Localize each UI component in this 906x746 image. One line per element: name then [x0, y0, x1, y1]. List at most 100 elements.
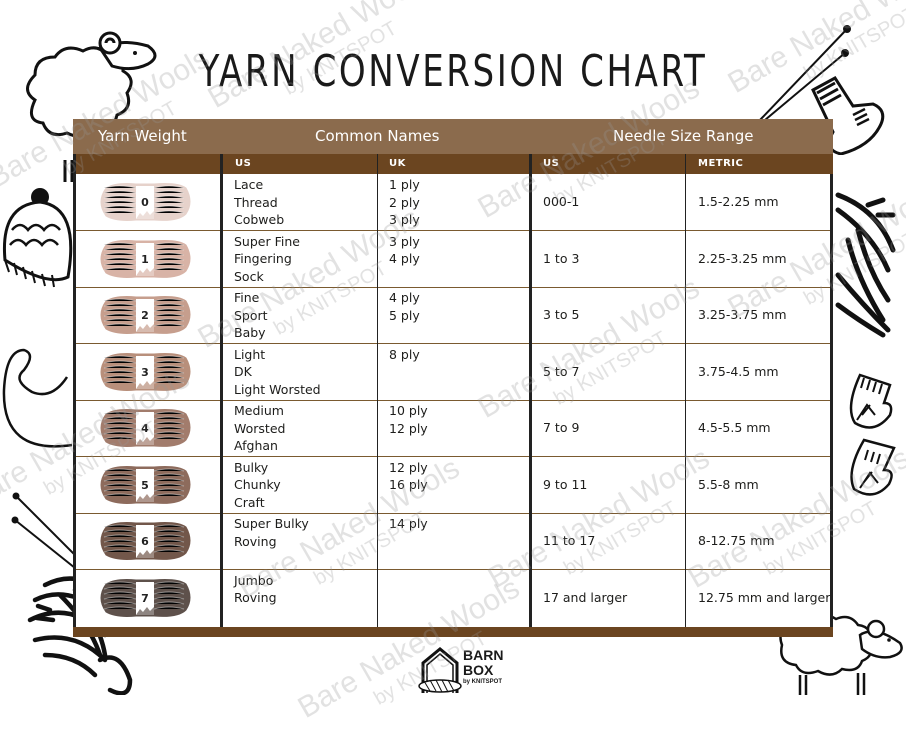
yarn-skein-icon: 4: [100, 409, 191, 447]
us-name: Sport: [234, 307, 268, 323]
us-name: Lace: [234, 177, 264, 192]
table-footer-bar: [73, 627, 833, 637]
uk-name: 1 ply: [389, 177, 420, 192]
metric-needle-size: 12.75 mm and larger: [698, 589, 831, 605]
yarn-weight-number: 0: [141, 196, 149, 209]
us-needle-size: 9 to 11: [543, 476, 588, 492]
us-name: Sock: [234, 268, 264, 284]
table-row: 6 Super Bulky Roving 14 ply 11 to 17 8-12.75 …: [73, 513, 833, 570]
column-divider: [220, 154, 223, 629]
yarn-weight-number: 2: [141, 309, 149, 322]
us-name: Thread: [234, 194, 278, 210]
us-name: Fine: [234, 290, 260, 305]
uk-common-names: 14 ply: [389, 515, 428, 533]
uk-name: 8 ply: [389, 346, 420, 362]
us-name: Roving: [234, 533, 277, 549]
us-common-names: Fine Sport Baby: [234, 289, 268, 342]
metric-needle-size: 3.75-4.5 mm: [698, 363, 779, 379]
yarn-skein-icon: 5: [100, 465, 191, 504]
metric-needle-size: 4.5-5.5 mm: [698, 420, 771, 436]
us-common-names: Bulky Chunky Craft: [234, 459, 281, 512]
uk-name: 10 ply: [389, 403, 428, 418]
header-needle-size-range: Needle Size Range: [613, 127, 754, 145]
yarn-skein-icon: 6: [100, 522, 191, 560]
subheader-metric: METRIC: [698, 158, 744, 169]
us-common-names: Jumbo Roving: [234, 572, 277, 607]
uk-name: 14 ply: [389, 516, 428, 531]
uk-common-names: 4 ply 5 ply: [389, 289, 420, 324]
us-common-names: Super Bulky Roving: [234, 515, 309, 550]
uk-common-names: 8 ply: [389, 346, 420, 364]
yarn-weight-number: 3: [141, 366, 149, 379]
page-title: YARN CONVERSION CHART: [198, 46, 708, 97]
us-needle-size: 1 to 3: [543, 250, 580, 266]
yarn-skein-icon: 3: [100, 352, 191, 391]
us-name: Medium: [234, 403, 284, 418]
us-needle-size: 11 to 17: [543, 533, 596, 549]
us-needle-size: 17 and larger: [543, 589, 628, 605]
column-divider: [529, 154, 532, 629]
us-common-names: Super Fine Fingering Sock: [234, 233, 300, 286]
uk-name: 4 ply: [389, 251, 420, 266]
header-row-sub: US UK US METRIC: [73, 154, 833, 174]
yarn-skein-icon: 0: [100, 183, 191, 221]
yarn-weight-number: 4: [141, 422, 149, 435]
us-name: DK: [234, 364, 252, 379]
us-common-names: Medium Worsted Afghan: [234, 402, 285, 455]
table-row: 7 Jumbo Roving 17 and larger 12.75 mm and la…: [73, 570, 833, 626]
metric-needle-size: 8-12.75 mm: [698, 533, 775, 549]
us-name: Jumbo: [234, 572, 274, 588]
uk-common-names: 3 ply 4 ply: [389, 233, 420, 268]
us-name: Bulky: [234, 459, 269, 475]
table-row: 3 Light DK Light Worsted 8 ply 5 to 7 3.75-4.5…: [73, 344, 833, 401]
column-divider: [377, 154, 378, 629]
uk-name: 16 ply: [389, 477, 428, 492]
table-border-right: [830, 174, 833, 629]
us-name: Baby: [234, 325, 266, 340]
us-name: Roving: [234, 590, 277, 605]
metric-needle-size: 1.5-2.25 mm: [698, 194, 779, 210]
us-name: Chunky: [234, 477, 281, 492]
yarn-skein-icon: 7: [100, 578, 191, 617]
us-name: Craft: [234, 494, 265, 510]
yarn-conversion-table: Yarn Weight Common Names Needle Size Ran…: [73, 119, 833, 637]
logo-line-3: by KNITSPOT: [463, 679, 503, 685]
logo-line-1: BARN: [463, 647, 504, 663]
table-row: 4 Medium Worsted Afghan 10 ply 12 ply 7 to 9 4.…: [73, 400, 833, 457]
us-common-names: Light DK Light Worsted: [234, 346, 321, 399]
us-name: Super Bulky: [234, 516, 309, 531]
logo-line-2: BOX: [463, 662, 494, 678]
subheader-us-needle: US: [543, 158, 560, 169]
uk-name: 12 ply: [389, 420, 428, 436]
us-common-names: Lace Thread Cobweb: [234, 176, 284, 229]
metric-needle-size: 5.5-8 mm: [698, 476, 759, 492]
header-row-main: Yarn Weight Common Names Needle Size Ran…: [73, 119, 833, 154]
metric-needle-size: 3.25-3.75 mm: [698, 307, 787, 323]
us-needle-size: 3 to 5: [543, 307, 580, 323]
us-name: Afghan: [234, 438, 278, 453]
uk-name: 3 ply: [389, 212, 420, 227]
yarn-weight-number: 6: [141, 535, 149, 548]
subheader-uk-names: UK: [389, 158, 406, 169]
barn-box-logo: BARN BOX by KNITSPOT: [418, 645, 518, 697]
yarn-skein-icon: [418, 679, 462, 693]
us-needle-size: 7 to 9: [543, 420, 580, 436]
us-needle-size: 000-1: [543, 194, 580, 210]
us-needle-size: 5 to 7: [543, 363, 580, 379]
yarn-strand-icon: [2, 348, 73, 448]
us-name: Light Worsted: [234, 381, 321, 397]
uk-name: 12 ply: [389, 459, 428, 475]
beanie-hat-icon: [2, 188, 73, 288]
us-name: Super Fine: [234, 233, 300, 249]
yarn-skein-icon: 2: [100, 296, 191, 334]
table-row: 2 Fine Sport Baby 4 ply 5 ply 3 to 5 3.25-3.75 …: [73, 287, 833, 344]
yarn-weight-number: 7: [141, 592, 149, 605]
subheader-us-names: US: [235, 158, 252, 169]
yarn-ball-icon: [835, 192, 896, 338]
uk-common-names: 12 ply 16 ply: [389, 459, 428, 494]
uk-name: 4 ply: [389, 290, 420, 305]
header-yarn-weight: Yarn Weight: [98, 127, 187, 145]
uk-common-names: 10 ply 12 ply: [389, 402, 428, 437]
metric-needle-size: 2.25-3.25 mm: [698, 250, 787, 266]
yarn-weight-number: 1: [141, 253, 149, 266]
